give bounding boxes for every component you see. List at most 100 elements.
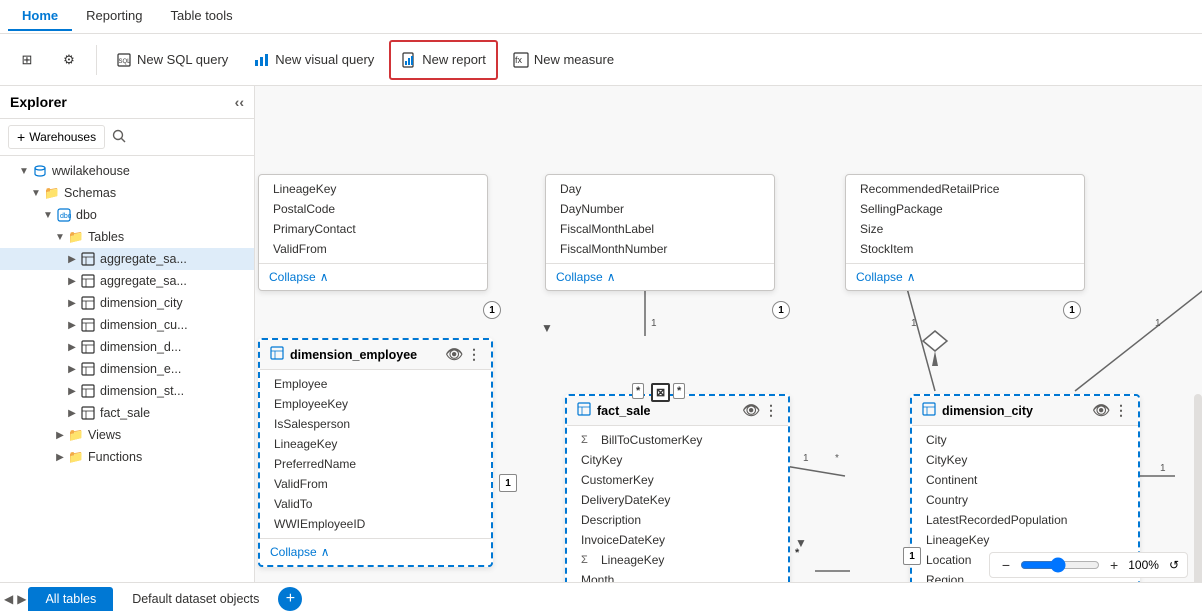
table-icon <box>80 361 96 377</box>
eye-icon3[interactable]: 👁 <box>1092 402 1110 419</box>
wwilakehouse-label: wwilakehouse <box>52 164 130 178</box>
card-employee-header-icons[interactable]: 👁 ⋮ <box>445 346 481 363</box>
tab-home[interactable]: Home <box>8 2 72 31</box>
field-validfrom2: ValidFrom <box>260 474 491 494</box>
sidebar-item-dimension-e[interactable]: ▶ dimension_e... <box>0 358 254 380</box>
new-measure-button[interactable]: fx New measure <box>502 40 625 80</box>
collapse-sidebar-icon[interactable]: ‹‹ <box>235 94 244 110</box>
chevron-right-icon: ▶ <box>64 339 80 355</box>
chevron-right-icon: ▶ <box>64 361 80 377</box>
connector-city-badge: 1 <box>903 547 921 565</box>
sidebar-item-dbo[interactable]: ▼ dbo dbo <box>0 204 254 226</box>
field-lineagekey2: LineageKey <box>260 434 491 454</box>
join-symbol: ⊠ <box>651 383 670 402</box>
sidebar-item-schemas[interactable]: ▼ 📁 Schemas <box>0 182 254 204</box>
more-icon3[interactable]: ⋮ <box>1114 402 1128 419</box>
card-fact-sale[interactable]: fact_sale 👁 ⋮ ΣBillToCustomerKey CityKey… <box>565 394 790 582</box>
sigma-icon2: Σ <box>581 554 595 566</box>
zoom-slider[interactable] <box>1020 557 1100 573</box>
card-employee-footer: Collapse ∧ <box>260 538 491 565</box>
sidebar-warehouse-bar: + Warehouses <box>0 119 254 156</box>
search-icon[interactable] <box>111 128 127 147</box>
arrow-down-employee: ▼ <box>377 580 389 582</box>
database-icon <box>32 163 48 179</box>
reset-zoom-icon[interactable]: ↺ <box>1169 558 1179 572</box>
chevron-down-icon: ▼ <box>28 185 44 201</box>
chevron-down-icon: ▼ <box>52 229 68 245</box>
tab-reporting[interactable]: Reporting <box>72 2 156 31</box>
bottom-bar: ◀ ▶ All tables Default dataset objects + <box>0 582 1202 614</box>
tab-default-dataset[interactable]: Default dataset objects <box>115 587 276 611</box>
tables-label: Tables <box>88 230 124 244</box>
add-tab-button[interactable]: + <box>278 587 302 611</box>
svg-text:1: 1 <box>911 318 917 329</box>
zoom-level-label: 100% <box>1128 558 1159 572</box>
field-daynumber: DayNumber <box>546 199 774 219</box>
collapse-card2-btn[interactable]: Collapse ∧ <box>556 270 764 284</box>
join-star-left: * <box>632 383 644 399</box>
chevron-right-icon: ▶ <box>52 427 68 443</box>
zoom-in-button[interactable]: + <box>1106 555 1122 575</box>
arrow-down-1: ▼ <box>541 321 553 335</box>
new-measure-label: New measure <box>534 52 614 67</box>
add-warehouse-button[interactable]: + Warehouses <box>8 125 105 149</box>
sidebar-item-dimension-city[interactable]: ▶ dimension_city <box>0 292 254 314</box>
toolbar-icon2-btn[interactable]: ⚙ <box>50 40 88 80</box>
views-label: Views <box>88 428 121 442</box>
more-icon[interactable]: ⋮ <box>467 346 481 363</box>
collapse-card3-btn[interactable]: Collapse ∧ <box>856 270 1074 284</box>
chevron-right-icon: ▶ <box>64 383 80 399</box>
sidebar-item-functions[interactable]: ▶ 📁 Functions <box>0 446 254 468</box>
collapse-card1-btn[interactable]: Collapse ∧ <box>269 270 477 284</box>
chevron-right-icon: ▶ <box>64 295 80 311</box>
scroll-right-icon[interactable]: ▶ <box>17 592 26 606</box>
chevron-right-icon: ▶ <box>64 405 80 421</box>
sidebar-item-wwilakehouse[interactable]: ▼ wwilakehouse <box>0 160 254 182</box>
eye-icon[interactable]: 👁 <box>445 346 463 363</box>
card-city-header-icons[interactable]: 👁 ⋮ <box>1092 402 1128 419</box>
svg-text:SQL: SQL <box>119 59 132 65</box>
sidebar-tree: ▼ wwilakehouse ▼ 📁 Schemas ▼ dbo dbo <box>0 156 254 582</box>
toolbar-icon1-btn[interactable]: ⊞ <box>8 40 46 80</box>
svg-text:1: 1 <box>1160 463 1166 474</box>
nav-tabs: Home Reporting Table tools <box>0 0 1202 34</box>
field-invoicedatekey: InvoiceDateKey <box>567 530 788 550</box>
sidebar-item-dimension-cu[interactable]: ▶ dimension_cu... <box>0 314 254 336</box>
field-billtocustomerkey: ΣBillToCustomerKey <box>567 430 788 450</box>
field-lineagekey4: LineageKey <box>912 530 1138 550</box>
card-dimension-employee[interactable]: dimension_employee 👁 ⋮ Employee Employee… <box>258 338 493 567</box>
new-visual-query-button[interactable]: New visual query <box>243 40 385 80</box>
field-sellingpackage: SellingPackage <box>846 199 1084 219</box>
sidebar-item-aggregate-sa2[interactable]: ▶ aggregate_sa... <box>0 270 254 292</box>
zoom-out-button[interactable]: − <box>998 555 1014 575</box>
canvas[interactable]: 1 1 1 1 * * 1 LineageKey Po <box>255 86 1202 582</box>
new-sql-query-button[interactable]: SQL New SQL query <box>105 40 239 80</box>
scroll-left-icon[interactable]: ◀ <box>4 592 13 606</box>
sidebar-item-tables[interactable]: ▼ 📁 Tables <box>0 226 254 248</box>
chevron-down-icon: ▼ <box>16 163 32 179</box>
field-deliverydatekey: DeliveryDateKey <box>567 490 788 510</box>
sidebar-item-dimension-d[interactable]: ▶ dimension_d... <box>0 336 254 358</box>
field-month: Month <box>567 570 788 582</box>
card-partial-1: LineageKey PostalCode PrimaryContact Val… <box>258 174 488 291</box>
table-icon <box>80 339 96 355</box>
card-fact-header-icons[interactable]: 👁 ⋮ <box>742 402 778 419</box>
tab-tabletools[interactable]: Table tools <box>157 2 247 31</box>
scrollbar-right[interactable] <box>1194 394 1202 582</box>
sidebar-header: Explorer ‹‹ <box>0 86 254 119</box>
sidebar-item-aggregate-sa1[interactable]: ▶ aggregate_sa... <box>0 248 254 270</box>
aggregate-sa2-label: aggregate_sa... <box>100 274 187 288</box>
field-preferredname: PreferredName <box>260 454 491 474</box>
sidebar-item-dimension-st[interactable]: ▶ dimension_st... <box>0 380 254 402</box>
sidebar-item-fact-sale[interactable]: ▶ fact_sale <box>0 402 254 424</box>
eye-icon2[interactable]: 👁 <box>742 402 760 419</box>
new-report-button[interactable]: New report <box>389 40 498 80</box>
tab-all-tables[interactable]: All tables <box>28 587 113 611</box>
chevron-right-icon: ▶ <box>64 251 80 267</box>
field-size: Size <box>846 219 1084 239</box>
chevron-down-icon: ▼ <box>40 207 56 223</box>
more-icon2[interactable]: ⋮ <box>764 402 778 419</box>
collapse-employee-btn[interactable]: Collapse ∧ <box>270 545 481 559</box>
dimension-d-label: dimension_d... <box>100 340 181 354</box>
sidebar-item-views[interactable]: ▶ 📁 Views <box>0 424 254 446</box>
